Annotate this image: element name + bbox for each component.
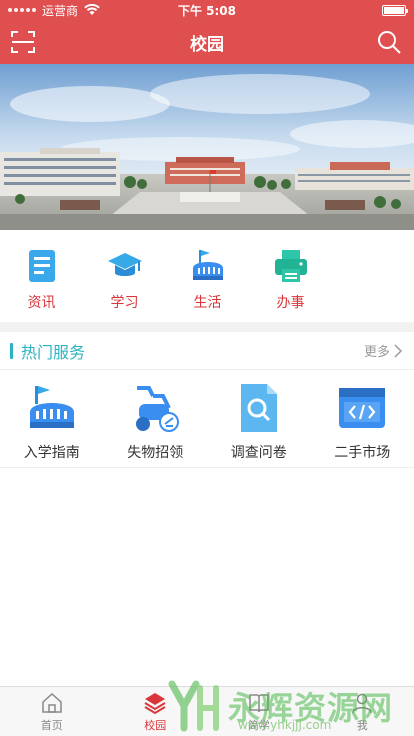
stadium-icon	[192, 250, 223, 280]
section-title: 热门服务	[21, 342, 86, 362]
status-left: 运营商	[8, 2, 100, 19]
code-window-icon	[339, 388, 386, 428]
service-label: 入学指南	[23, 445, 80, 461]
nav-bar: 校园	[0, 20, 414, 64]
service-enrollment-guide[interactable]: 入学指南	[0, 370, 104, 467]
more-label: 更多	[363, 345, 390, 360]
stadium-icon	[29, 386, 74, 428]
service-label: 失物招领	[127, 445, 184, 461]
tab-label: 我	[356, 718, 368, 732]
graduation-cap-icon	[107, 253, 142, 276]
campus-photo	[0, 64, 414, 230]
home-icon	[42, 692, 62, 713]
book-icon	[249, 693, 269, 712]
tab-bar: 首页 校园 简学 我	[0, 686, 414, 736]
quick-link-label: 资讯	[27, 295, 56, 311]
service-label: 二手市场	[334, 445, 391, 461]
search-icon[interactable]	[376, 29, 402, 55]
status-right	[382, 4, 408, 16]
campus-banner[interactable]	[0, 64, 414, 230]
tab-label: 简学	[247, 718, 270, 732]
document-search-icon	[240, 384, 277, 432]
hot-services-grid: 入学指南 失物招领 调查问卷 二手市场	[0, 370, 414, 468]
section-divider	[0, 322, 414, 332]
service-survey[interactable]: 调查问卷	[207, 370, 311, 467]
tab-me[interactable]: 我	[311, 687, 414, 736]
service-lost-and-found[interactable]: 失物招领	[104, 370, 208, 467]
service-label: 调查问卷	[230, 445, 287, 461]
quick-links: 资讯 学习 生活 办事	[0, 230, 414, 322]
tab-study[interactable]: 简学	[207, 687, 311, 736]
tab-label: 校园	[144, 718, 167, 732]
scooter-icon	[136, 386, 180, 432]
user-icon	[352, 693, 372, 713]
quick-link-affairs[interactable]: 办事	[249, 230, 332, 322]
printer-icon	[274, 250, 307, 282]
quick-link-label: 学习	[110, 295, 139, 311]
service-second-hand-market[interactable]: 二手市场	[311, 370, 414, 467]
wifi-icon	[84, 4, 100, 15]
page-title: 校园	[190, 34, 224, 55]
signal-icon	[8, 8, 36, 12]
quick-link-news[interactable]: 资讯	[0, 230, 83, 322]
hot-services-header: 热门服务 更多	[0, 332, 414, 370]
news-icon	[28, 250, 55, 282]
tab-label: 首页	[40, 718, 63, 732]
tab-home[interactable]: 首页	[0, 687, 104, 736]
carrier-label: 运营商	[42, 3, 79, 18]
chevron-right-icon	[394, 343, 402, 358]
section-accent-bar	[10, 342, 13, 359]
quick-link-study[interactable]: 学习	[83, 230, 166, 322]
quick-link-life[interactable]: 生活	[166, 230, 249, 322]
status-bar: 运营商 下午 5:08	[0, 0, 414, 20]
quick-link-label: 办事	[276, 295, 305, 311]
tab-campus[interactable]: 校园	[104, 687, 208, 736]
quick-link-label: 生活	[193, 295, 222, 311]
battery-icon	[382, 4, 408, 16]
scan-icon[interactable]	[10, 29, 36, 55]
layers-icon	[144, 692, 166, 714]
more-link[interactable]: 更多	[364, 341, 402, 360]
